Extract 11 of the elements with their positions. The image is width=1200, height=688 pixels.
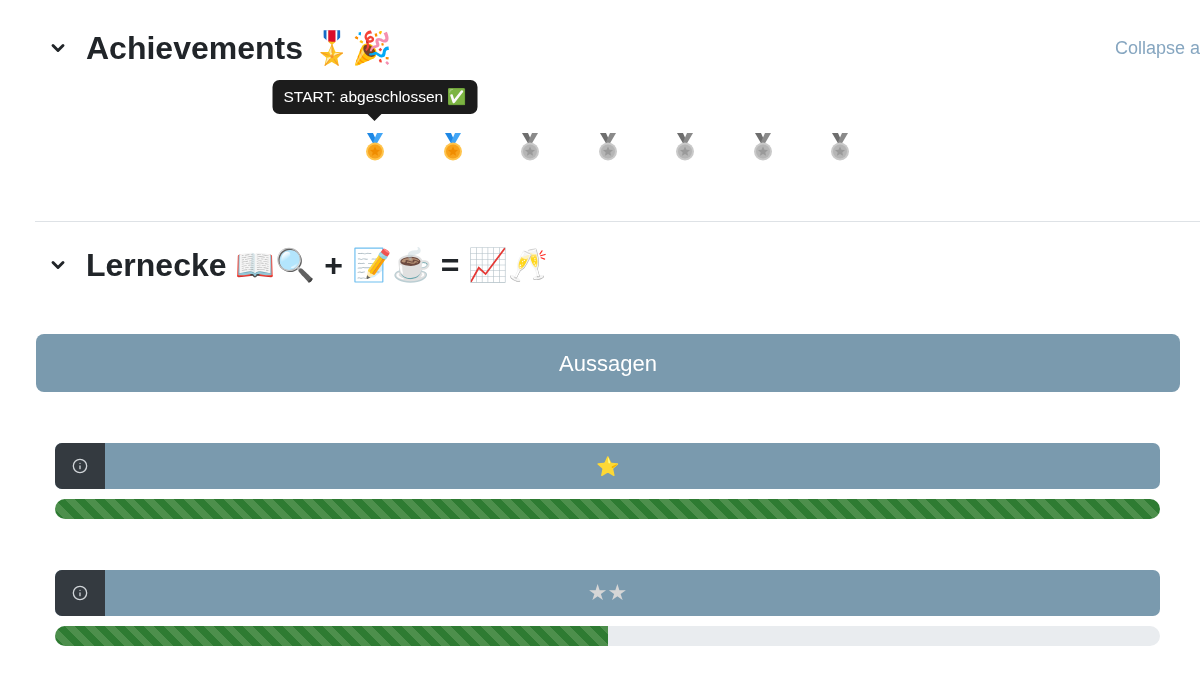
- aussagen-button[interactable]: Aussagen: [36, 334, 1180, 392]
- info-icon: [72, 585, 88, 601]
- section-title: Achievements 🎖🎉: [86, 29, 392, 68]
- info-icon: [72, 458, 88, 474]
- star-rating: ★★: [587, 581, 628, 605]
- collapse-link[interactable]: Collapse a: [1114, 37, 1200, 59]
- tooltip: START: abgeschlossen ✅: [272, 80, 478, 121]
- star-rating: ⭐: [595, 454, 620, 478]
- info-button[interactable]: [55, 443, 105, 489]
- section-title: Lernecke 📖🔍 + 📝☕ = 📈🥂: [86, 246, 549, 285]
- info-button[interactable]: [55, 570, 105, 616]
